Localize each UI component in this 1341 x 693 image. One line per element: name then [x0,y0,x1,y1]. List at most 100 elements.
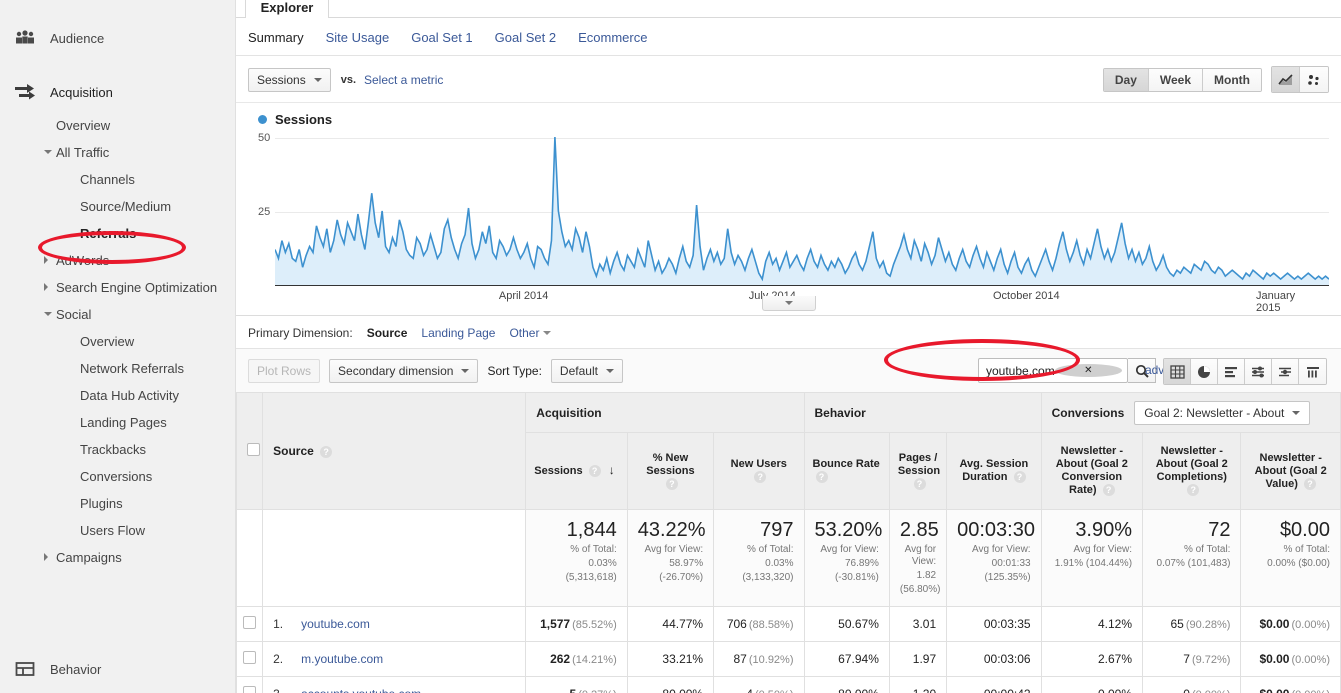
primary-dimension-other[interactable]: Other [509,326,552,340]
col-new-sessions-pct[interactable]: % New Sessions ? [626,432,715,510]
dimension-header-cell[interactable]: Source ? [262,392,527,510]
summary-goal2-conversion-rate: 3.90% Avg for View: 1.91% (104.44%) [1040,509,1144,607]
summary-goal2-completions: 72 % of Total: 0.07% (101,483) [1142,509,1242,607]
sort-type-select[interactable]: Default [550,358,623,383]
sidebar-item-social-overview[interactable]: Overview [0,328,235,355]
sidebar-item-overview[interactable]: Overview [0,112,235,139]
help-icon[interactable]: ? [588,465,601,478]
sidebar-item-adwords[interactable]: AdWords [0,247,235,274]
pie-view-icon[interactable] [1191,359,1218,384]
row-source-link[interactable]: accounts.youtube.com [301,687,421,693]
sidebar-item-referrals[interactable]: Referrals [0,220,235,247]
row-sessions: 5(0.27%) [525,676,628,693]
chart-controls: Day Week Month [1102,66,1329,93]
col-bounce-rate[interactable]: Bounce Rate ? [803,432,890,510]
plot-rows-button[interactable]: Plot Rows [248,358,321,383]
chevron-right-icon [44,283,48,291]
sidebar-item-channels[interactable]: Channels [0,166,235,193]
table-search: youtube.com ✕ [978,358,1156,383]
row-source-link[interactable]: m.youtube.com [301,652,383,666]
clear-x-icon[interactable]: ✕ [1054,364,1122,377]
sidebar-item-seo[interactable]: Search Engine Optimization [0,274,235,301]
line-chart-icon[interactable] [1272,67,1300,92]
help-icon[interactable]: ? [320,445,333,458]
sidebar-item-trackbacks[interactable]: Trackbacks [0,436,235,463]
col-goal2-completions[interactable]: Newsletter - About (Goal 2 Completions) … [1142,432,1242,510]
subnav-site-usage[interactable]: Site Usage [326,30,390,45]
help-icon[interactable]: ? [754,471,767,484]
help-icon[interactable]: ? [1187,484,1200,497]
row-checkbox[interactable] [243,651,257,664]
primary-dimension-landing-page[interactable]: Landing Page [421,326,495,340]
col-avg-session-duration[interactable]: Avg. Session Duration ? [946,432,1042,510]
help-icon[interactable]: ? [665,477,678,490]
pivot-view-icon[interactable] [1299,359,1326,384]
tab-explorer[interactable]: Explorer [245,0,329,18]
sidebar-item-landing-pages[interactable]: Landing Pages [0,409,235,436]
goal-select[interactable]: Goal 2: Newsletter - About [1134,400,1311,425]
chart-collapse-button[interactable] [761,296,816,311]
secondary-dimension-button[interactable]: Secondary dimension [329,358,479,383]
sidebar-item-network-referrals[interactable]: Network Referrals [0,355,235,382]
sidebar-group-behavior[interactable]: Behavior [0,649,235,689]
sidebar-item-conversions[interactable]: Conversions [0,463,235,490]
row-source-cell: 1. youtube.com [262,606,527,642]
help-icon[interactable]: ? [1303,477,1316,490]
table-view-icon[interactable] [1164,359,1191,384]
sidebar-item-campaigns[interactable]: Campaigns [0,544,235,571]
y-axis-label-50: 50 [258,132,271,144]
granularity-month[interactable]: Month [1203,68,1261,91]
row-index: 1. [273,617,284,631]
granularity-day[interactable]: Day [1103,68,1149,91]
sidebar-item-all-traffic[interactable]: All Traffic [0,139,235,166]
sidebar-item-source-medium[interactable]: Source/Medium [0,193,235,220]
select-all-checkbox[interactable] [247,443,260,456]
granularity-week[interactable]: Week [1148,68,1204,91]
help-icon[interactable]: ? [1013,471,1026,484]
row-checkbox[interactable] [243,686,257,693]
comparison-view-icon[interactable] [1272,359,1299,384]
row-checkbox[interactable] [243,616,257,629]
subnav-goal-set-1[interactable]: Goal Set 1 [411,30,472,45]
sidebar-group-acquisition[interactable]: Acquisition [0,72,235,112]
sidebar-item-social[interactable]: Social [0,301,235,328]
col-sessions[interactable]: Sessions ? ↓ [525,432,628,510]
sidebar-item-users-flow[interactable]: Users Flow [0,517,235,544]
col-pages-session[interactable]: Pages / Session ? [888,432,948,510]
col-new-users[interactable]: New Users ? [713,432,805,510]
row-bounce-rate: 50.67% [803,606,890,642]
primary-dimension-other-label: Other [509,326,540,340]
scatter-chart-icon[interactable] [1300,67,1328,92]
analytics-page: Audience Acquisition Overview All Traffi… [0,0,1341,693]
primary-dimension-source[interactable]: Source [367,326,408,340]
sidebar-group-label: Behavior [50,661,102,677]
group-acquisition: Acquisition [525,392,805,433]
col-goal2-conversion-rate[interactable]: Newsletter - About (Goal 2 Conversion Ra… [1040,432,1144,510]
help-icon[interactable]: ? [913,477,926,490]
bar-view-icon[interactable] [1218,359,1245,384]
row-sessions: 262 (14.21%) [525,641,628,677]
select-metric-link[interactable]: Select a metric [364,73,443,87]
subnav-goal-set-2[interactable]: Goal Set 2 [495,30,556,45]
subnav-ecommerce[interactable]: Ecommerce [578,30,647,45]
row-new-sessions-pct: 33.21% [626,641,715,677]
row-checkbox-cell [236,641,264,677]
table-row[interactable]: 2. m.youtube.com 262 (14.21%) 33.21% 87 (1… [236,641,1341,677]
col-goal2-value[interactable]: Newsletter - About (Goal 2 Value) ? [1240,432,1341,510]
row-goal2-completions: 65 (90.28%) [1142,606,1242,642]
table-toolbar: Plot Rows Secondary dimension Sort Type:… [236,348,1341,392]
referrals-table: Source ? Acquisition Behavior Conversion… [236,392,1341,693]
sidebar-item-data-hub-activity[interactable]: Data Hub Activity [0,382,235,409]
help-icon[interactable]: ? [815,471,828,484]
sidebar-item-plugins[interactable]: Plugins [0,490,235,517]
help-icon[interactable]: ? [1102,484,1115,497]
row-bounce-rate: 67.94% [803,641,890,677]
sidebar-group-audience[interactable]: Audience [0,18,235,58]
row-source-link[interactable]: youtube.com [301,617,370,631]
table-row[interactable]: 3. accounts.youtube.com 5(0.27%) 80.00% … [236,676,1341,693]
table-row[interactable]: 1. youtube.com 1,577 (85.52%) 44.77% 706(… [236,606,1341,642]
subnav-summary[interactable]: Summary [248,30,304,45]
metric-select[interactable]: Sessions [248,68,331,92]
performance-view-icon[interactable] [1245,359,1272,384]
search-input[interactable]: youtube.com ✕ [978,358,1128,383]
